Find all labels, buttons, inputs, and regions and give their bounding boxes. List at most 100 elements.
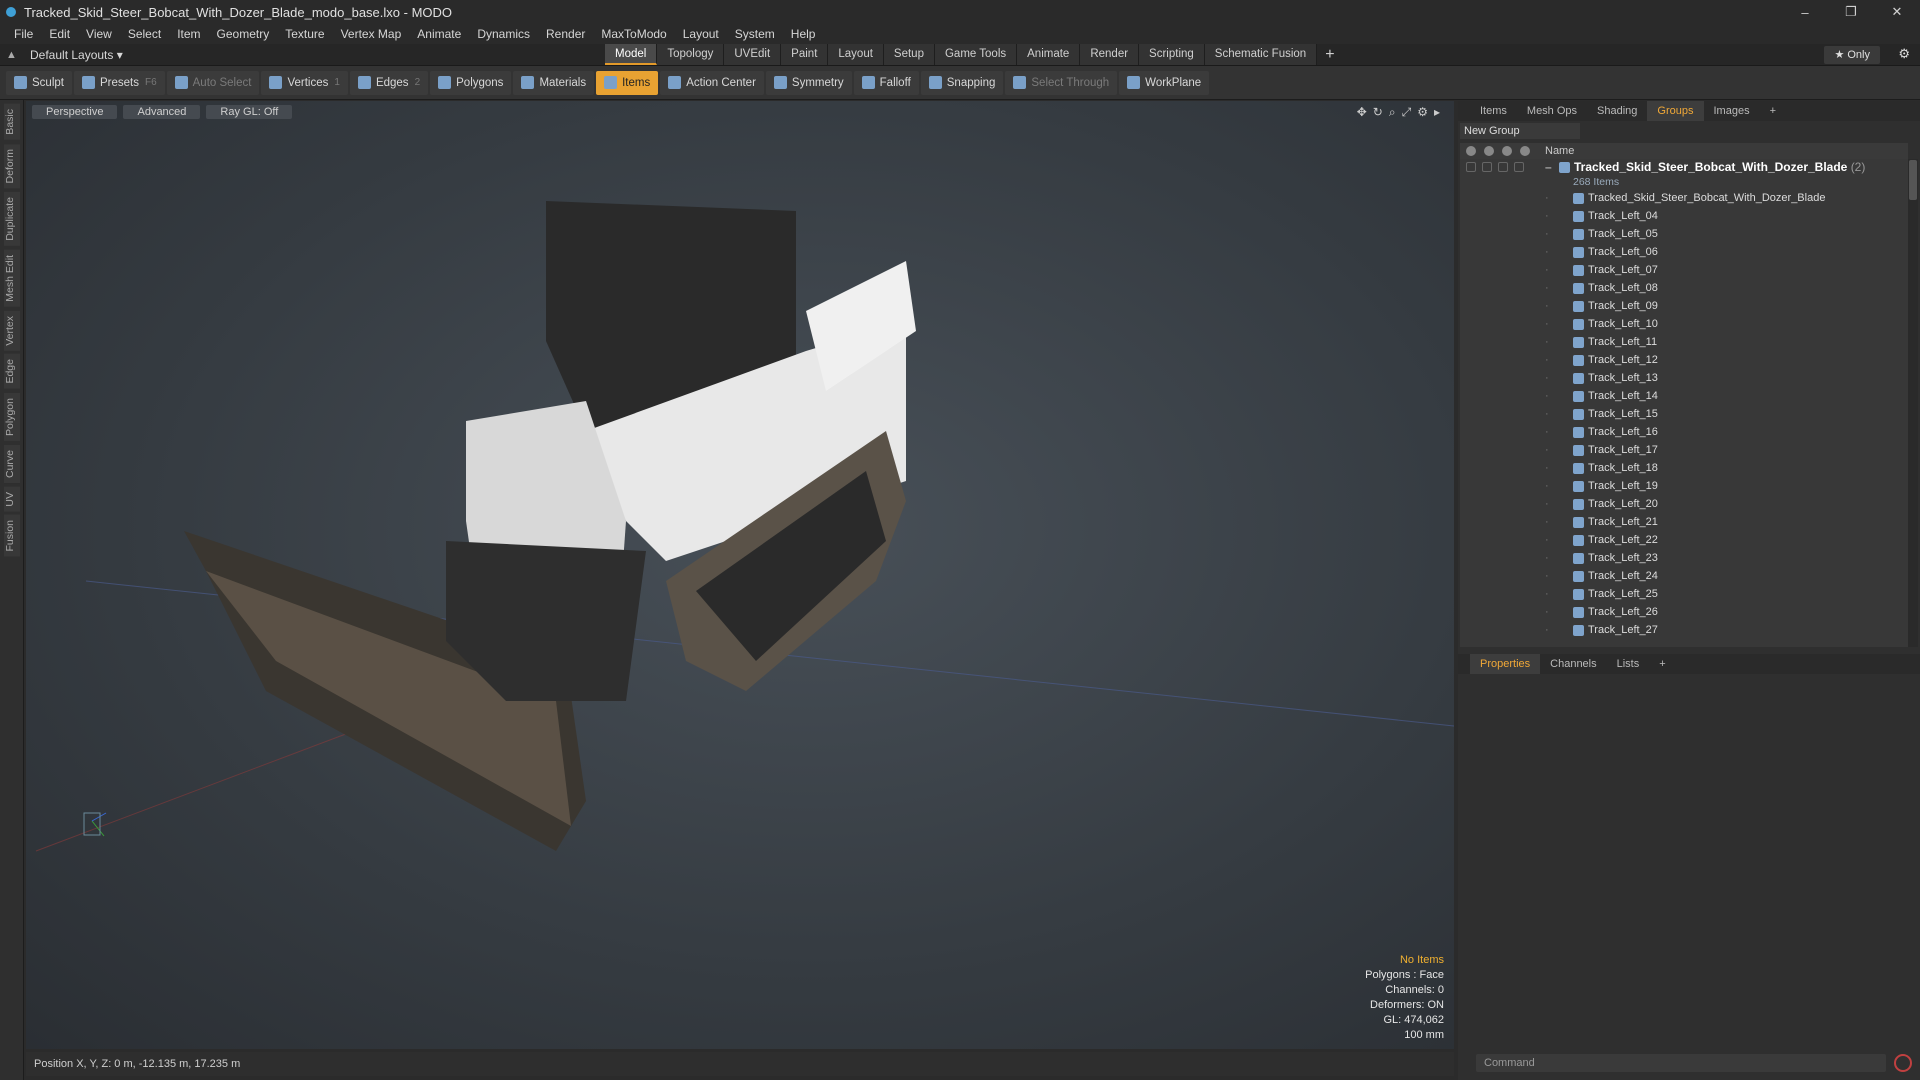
panel-tab-channels[interactable]: Channels <box>1540 654 1606 674</box>
tab-paint[interactable]: Paint <box>781 44 829 65</box>
left-tab-polygon[interactable]: Polygon <box>3 392 20 441</box>
menu-select[interactable]: Select <box>120 27 169 41</box>
name-column-header[interactable]: Name <box>1545 145 1574 157</box>
menu-geometry[interactable]: Geometry <box>209 27 278 41</box>
left-tab-vertex[interactable]: Vertex <box>3 310 20 351</box>
tab-animate[interactable]: Animate <box>1017 44 1081 65</box>
panel-tab-mesh-ops[interactable]: Mesh Ops <box>1517 101 1587 121</box>
items-button[interactable]: Items <box>596 70 659 95</box>
list-item[interactable]: · Track_Left_24 <box>1460 567 1908 585</box>
list-item[interactable]: · Track_Left_08 <box>1460 279 1908 297</box>
edges-button[interactable]: Edges 2 <box>349 70 429 95</box>
new-group-button[interactable]: New Group <box>1460 123 1580 139</box>
left-tab-basic[interactable]: Basic <box>3 104 20 140</box>
select-icon[interactable] <box>1520 146 1530 156</box>
panel-tab-shading[interactable]: Shading <box>1587 101 1647 121</box>
list-item[interactable]: · Track_Left_22 <box>1460 531 1908 549</box>
list-item[interactable]: · Track_Left_15 <box>1460 405 1908 423</box>
list-item[interactable]: · Track_Left_13 <box>1460 369 1908 387</box>
panel-tab-add[interactable]: + <box>1649 654 1675 674</box>
tab-model[interactable]: Model <box>605 44 658 65</box>
3d-viewport[interactable]: Perspective Advanced Ray GL: Off ✥ ↻ ⌕ ⤢… <box>26 101 1454 1049</box>
gear-icon[interactable]: ⚙ <box>1898 46 1910 62</box>
list-item[interactable]: · Track_Left_20 <box>1460 495 1908 513</box>
close-button[interactable]: ✕ <box>1874 0 1920 24</box>
tab-uvedit[interactable]: UVEdit <box>724 44 782 65</box>
menu-system[interactable]: System <box>727 27 783 41</box>
menu-maxtomodo[interactable]: MaxToModo <box>593 27 674 41</box>
menu-vertex-map[interactable]: Vertex Map <box>333 27 410 41</box>
tab-setup[interactable]: Setup <box>883 44 935 65</box>
select-through-button[interactable]: Select Through <box>1005 70 1118 95</box>
falloff-button[interactable]: Falloff <box>853 70 919 95</box>
list-item[interactable]: · Track_Left_11 <box>1460 333 1908 351</box>
list-item[interactable]: · Track_Left_12 <box>1460 351 1908 369</box>
add-tab-icon[interactable]: + <box>1317 44 1342 65</box>
workplane-button[interactable]: WorkPlane <box>1119 70 1210 95</box>
snapping-button[interactable]: Snapping <box>920 70 1004 95</box>
left-tab-duplicate[interactable]: Duplicate <box>3 192 20 246</box>
list-item[interactable]: · Track_Left_05 <box>1460 225 1908 243</box>
list-item[interactable]: · Track_Left_18 <box>1460 459 1908 477</box>
left-tab-edge[interactable]: Edge <box>3 354 20 389</box>
list-item[interactable]: · Track_Left_10 <box>1460 315 1908 333</box>
tab-game-tools[interactable]: Game Tools <box>934 44 1018 65</box>
tab-render[interactable]: Render <box>1080 44 1140 65</box>
maximize-button[interactable]: ❐ <box>1828 0 1874 24</box>
layout-selector[interactable]: ▲ Default Layouts ▾ <box>0 48 600 62</box>
left-tab-curve[interactable]: Curve <box>3 444 20 483</box>
vertices-button[interactable]: Vertices 1 <box>261 70 348 95</box>
sculpt-button[interactable]: Sculpt <box>6 70 72 95</box>
list-item[interactable]: · Track_Left_14 <box>1460 387 1908 405</box>
left-tab-deform[interactable]: Deform <box>3 143 20 189</box>
list-item[interactable]: · Tracked_Skid_Steer_Bobcat_With_Dozer_Bl… <box>1460 189 1908 207</box>
menu-file[interactable]: File <box>6 27 41 41</box>
panel-tab-add[interactable]: + <box>1760 101 1786 121</box>
menu-item[interactable]: Item <box>169 27 208 41</box>
tab-layout[interactable]: Layout <box>828 44 884 65</box>
tab-topology[interactable]: Topology <box>657 44 725 65</box>
left-tab-mesh-edit[interactable]: Mesh Edit <box>3 249 20 307</box>
menu-view[interactable]: View <box>78 27 120 41</box>
left-tab-fusion[interactable]: Fusion <box>3 515 20 557</box>
left-tab-uv[interactable]: UV <box>3 486 20 512</box>
list-item[interactable]: · Track_Left_26 <box>1460 603 1908 621</box>
command-input[interactable]: Command <box>1476 1054 1886 1072</box>
list-item[interactable]: · Track_Left_25 <box>1460 585 1908 603</box>
polygons-button[interactable]: Polygons <box>430 70 512 95</box>
menu-render[interactable]: Render <box>538 27 593 41</box>
list-item[interactable]: · Track_Left_19 <box>1460 477 1908 495</box>
command-record-button[interactable] <box>1894 1054 1912 1072</box>
list-item[interactable]: · Track_Left_09 <box>1460 297 1908 315</box>
list-item[interactable]: · Track_Left_17 <box>1460 441 1908 459</box>
menu-edit[interactable]: Edit <box>41 27 78 41</box>
auto-select-button[interactable]: Auto Select <box>166 70 260 95</box>
tree-scrollbar[interactable] <box>1908 159 1918 647</box>
action-center-button[interactable]: Action Center <box>660 70 764 95</box>
menu-animate[interactable]: Animate <box>409 27 469 41</box>
visibility-icon[interactable] <box>1466 146 1476 156</box>
panel-tab-properties[interactable]: Properties <box>1470 654 1541 674</box>
list-item[interactable]: · Track_Left_06 <box>1460 243 1908 261</box>
symmetry-button[interactable]: Symmetry <box>765 70 852 95</box>
panel-tab-lists[interactable]: Lists <box>1607 654 1650 674</box>
collapse-icon[interactable]: ▲ <box>6 49 18 61</box>
list-item[interactable]: · Track_Left_07 <box>1460 261 1908 279</box>
list-item[interactable]: · Track_Left_04 <box>1460 207 1908 225</box>
presets-button[interactable]: Presets F6 <box>73 70 165 95</box>
tab-schematic-fusion[interactable]: Schematic Fusion <box>1204 44 1318 65</box>
materials-button[interactable]: Materials <box>513 70 595 95</box>
list-item[interactable]: · Track_Left_27 <box>1460 621 1908 639</box>
menu-dynamics[interactable]: Dynamics <box>469 27 538 41</box>
list-item[interactable]: · Track_Left_23 <box>1460 549 1908 567</box>
minimize-button[interactable]: – <box>1782 0 1828 24</box>
only-button[interactable]: ★ Only <box>1824 46 1880 64</box>
menu-layout[interactable]: Layout <box>675 27 727 41</box>
group-root[interactable]: – Tracked_Skid_Steer_Bobcat_With_Dozer_B… <box>1460 159 1908 175</box>
panel-tab-images[interactable]: Images <box>1704 101 1760 121</box>
render-icon[interactable] <box>1484 146 1494 156</box>
menu-help[interactable]: Help <box>783 27 824 41</box>
list-item[interactable]: · Track_Left_16 <box>1460 423 1908 441</box>
tab-scripting[interactable]: Scripting <box>1139 44 1205 65</box>
panel-tab-items[interactable]: Items <box>1470 101 1517 121</box>
